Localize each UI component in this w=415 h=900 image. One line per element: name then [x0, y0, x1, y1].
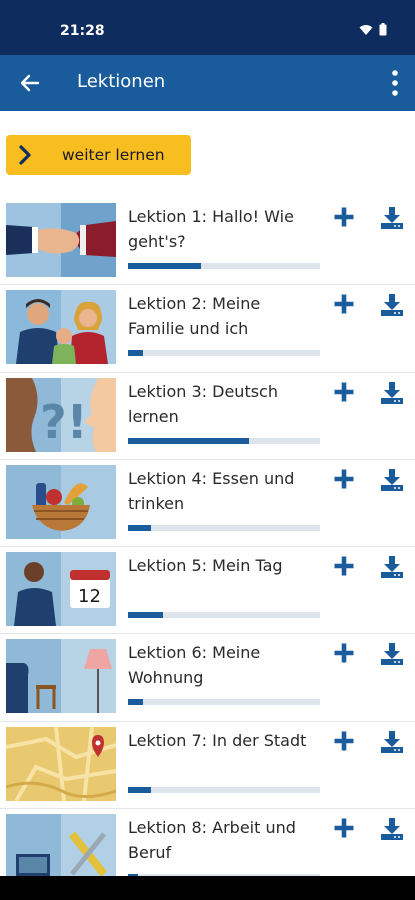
lesson-progress-fill: [128, 263, 201, 269]
lesson-item[interactable]: Lektion 7: In der Stadt: [0, 722, 415, 810]
lesson-list: Lektion 1: Hallo! Wie geht's? Lektion 2:…: [0, 198, 415, 897]
lesson-progress-fill: [128, 612, 163, 619]
app-bar: Lektionen: [0, 55, 415, 111]
add-button[interactable]: [331, 640, 357, 666]
add-button[interactable]: [331, 553, 357, 579]
add-button[interactable]: [331, 291, 357, 317]
download-button[interactable]: [378, 466, 406, 494]
lesson-item[interactable]: Lektion 4: Essen und trinken: [0, 460, 415, 548]
back-button[interactable]: [16, 69, 44, 97]
lesson-title: Lektion 5: Mein Tag: [128, 556, 283, 576]
download-button[interactable]: [378, 815, 406, 843]
lesson-progress-bar: [128, 437, 320, 444]
plus-icon: [334, 556, 354, 576]
add-button[interactable]: [331, 379, 357, 405]
download-icon: [381, 468, 403, 491]
more-options-button[interactable]: [385, 67, 405, 99]
status-time: 21:28: [60, 23, 105, 39]
svg-text:12: 12: [78, 586, 101, 607]
continue-learning-button[interactable]: weiter lernen: [6, 135, 191, 175]
download-icon: [381, 381, 403, 404]
lesson-item[interactable]: ?! Lektion 3: Deutsch lernen: [0, 373, 415, 460]
plus-icon: [334, 294, 354, 314]
download-button[interactable]: [378, 379, 406, 407]
family-image: [6, 290, 116, 365]
lesson-progress-fill: [128, 699, 144, 706]
lesson-item[interactable]: Lektion 1: Hallo! Wie geht's?: [0, 198, 415, 286]
lesson-title: Lektion 7: In der Stadt: [128, 730, 307, 750]
plus-icon: [334, 643, 354, 663]
svg-text:?!: ?!: [40, 395, 88, 449]
lesson-progress-bar: [128, 612, 320, 619]
plus-icon: [334, 207, 354, 227]
lesson-progress-fill: [128, 786, 152, 793]
city-map-image: [6, 726, 116, 801]
lesson-title: Lektion 2: Meine Familie und ich: [128, 294, 261, 339]
system-nav-bar: [0, 876, 415, 900]
download-icon: [381, 730, 403, 753]
living-room-image: [6, 639, 116, 714]
page-title: Lektionen: [77, 71, 166, 92]
download-button[interactable]: [378, 291, 406, 319]
wifi-icon: [359, 24, 373, 35]
battery-icon: [379, 23, 387, 36]
add-button[interactable]: [331, 815, 357, 841]
download-button[interactable]: [378, 728, 406, 756]
plus-icon: [334, 818, 354, 838]
lesson-item[interactable]: 12 Lektion 5: Mein Tag: [0, 547, 415, 635]
lesson-progress-bar: [128, 350, 320, 357]
continue-learning-label: weiter lernen: [62, 146, 165, 164]
add-button[interactable]: [331, 204, 357, 230]
download-icon: [381, 818, 403, 841]
lesson-title: Lektion 4: Essen und trinken: [128, 468, 295, 513]
food-basket-image: [6, 464, 116, 539]
download-button[interactable]: [378, 204, 406, 232]
chevron-right-icon: [6, 135, 44, 175]
lesson-progress-bar: [128, 699, 320, 706]
calendar-man-image: 12: [6, 552, 116, 627]
lesson-title: Lektion 6: Meine Wohnung: [128, 643, 261, 688]
lesson-progress-fill: [128, 437, 249, 444]
plus-icon: [334, 469, 354, 489]
add-button[interactable]: [331, 466, 357, 492]
download-icon: [381, 207, 403, 229]
status-icons: [359, 23, 387, 36]
lesson-title: Lektion 3: Deutsch lernen: [128, 381, 278, 426]
lesson-title: Lektion 1: Hallo! Wie geht's?: [128, 207, 294, 251]
plus-icon: [334, 382, 354, 402]
lesson-progress-fill: [128, 350, 144, 357]
lesson-progress-bar: [128, 786, 320, 793]
lesson-title: Lektion 8: Arbeit und Beruf: [128, 818, 296, 863]
handshake-image: [6, 203, 116, 277]
lesson-progress-bar: [128, 263, 320, 269]
lesson-progress-fill: [128, 524, 152, 531]
plus-icon: [334, 731, 354, 751]
lesson-item[interactable]: Lektion 6: Meine Wohnung: [0, 634, 415, 722]
lesson-progress-bar: [128, 524, 320, 531]
download-icon: [381, 556, 403, 579]
download-icon: [381, 294, 403, 317]
arrow-back-icon: [20, 74, 40, 92]
more-vert-icon: [392, 70, 398, 96]
status-bar: 21:28: [0, 0, 415, 55]
download-button[interactable]: [378, 640, 406, 668]
question-exclamation-image: ?!: [6, 377, 116, 452]
lesson-item[interactable]: Lektion 2: Meine Familie und ich: [0, 285, 415, 373]
add-button[interactable]: [331, 728, 357, 754]
download-button[interactable]: [378, 553, 406, 581]
download-icon: [381, 643, 403, 666]
